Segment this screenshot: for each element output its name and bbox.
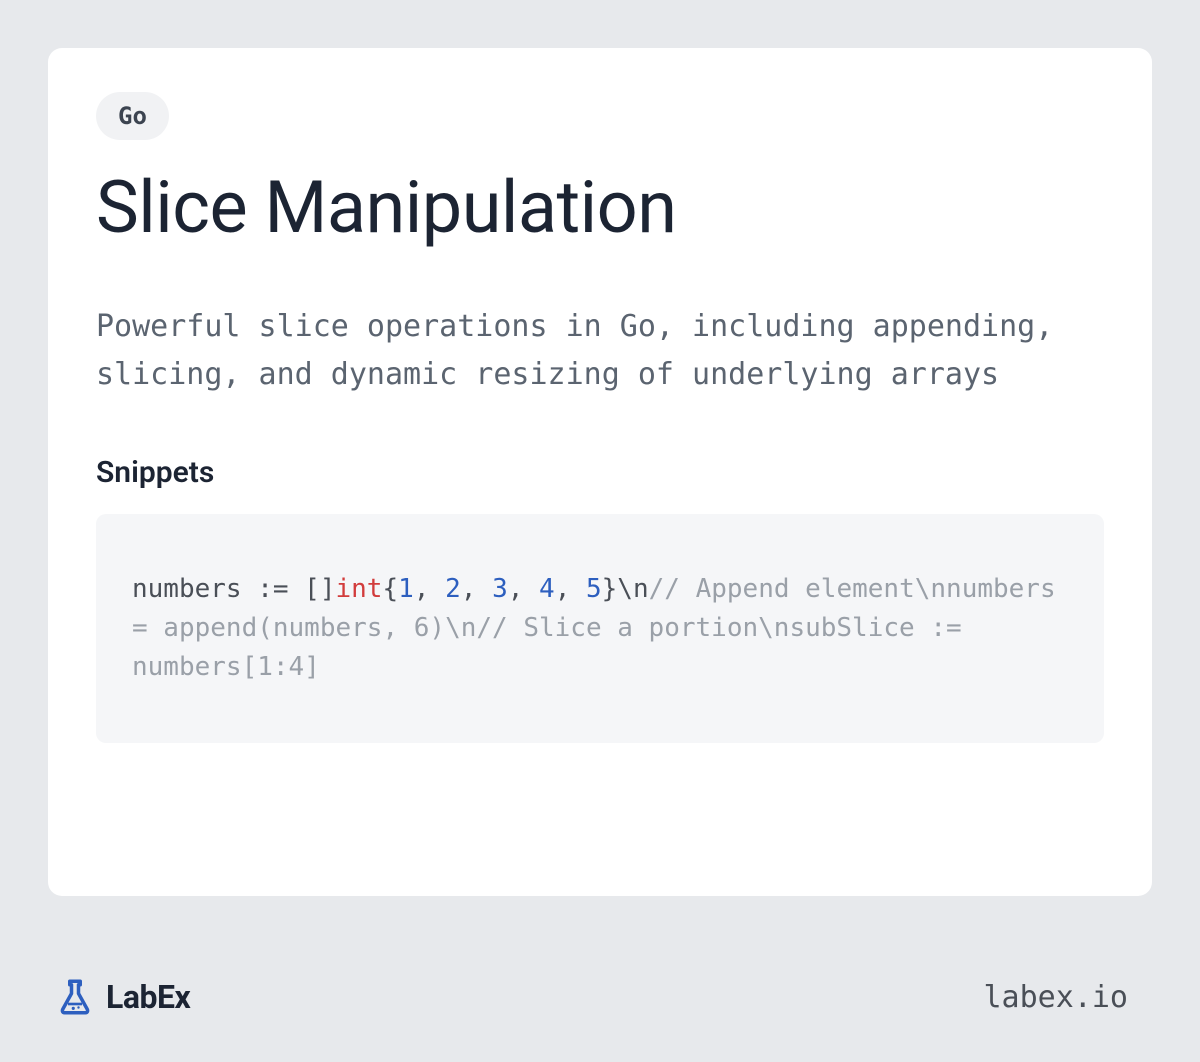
page-title: Slice Manipulation — [96, 168, 1104, 247]
snippets-heading: Snippets — [96, 455, 1104, 490]
site-url: labex.io — [984, 980, 1129, 1015]
brand: LabEx — [54, 976, 190, 1018]
flask-icon — [54, 976, 96, 1018]
footer: LabEx labex.io — [54, 976, 1128, 1018]
description-text: Powerful slice operations in Go, includi… — [96, 303, 1104, 399]
language-tag: Go — [96, 92, 169, 140]
code-snippet: numbers := []int{1, 2, 3, 4, 5}\n// Appe… — [96, 514, 1104, 743]
brand-name: LabEx — [106, 978, 190, 1016]
content-card: Go Slice Manipulation Powerful slice ope… — [48, 48, 1152, 896]
